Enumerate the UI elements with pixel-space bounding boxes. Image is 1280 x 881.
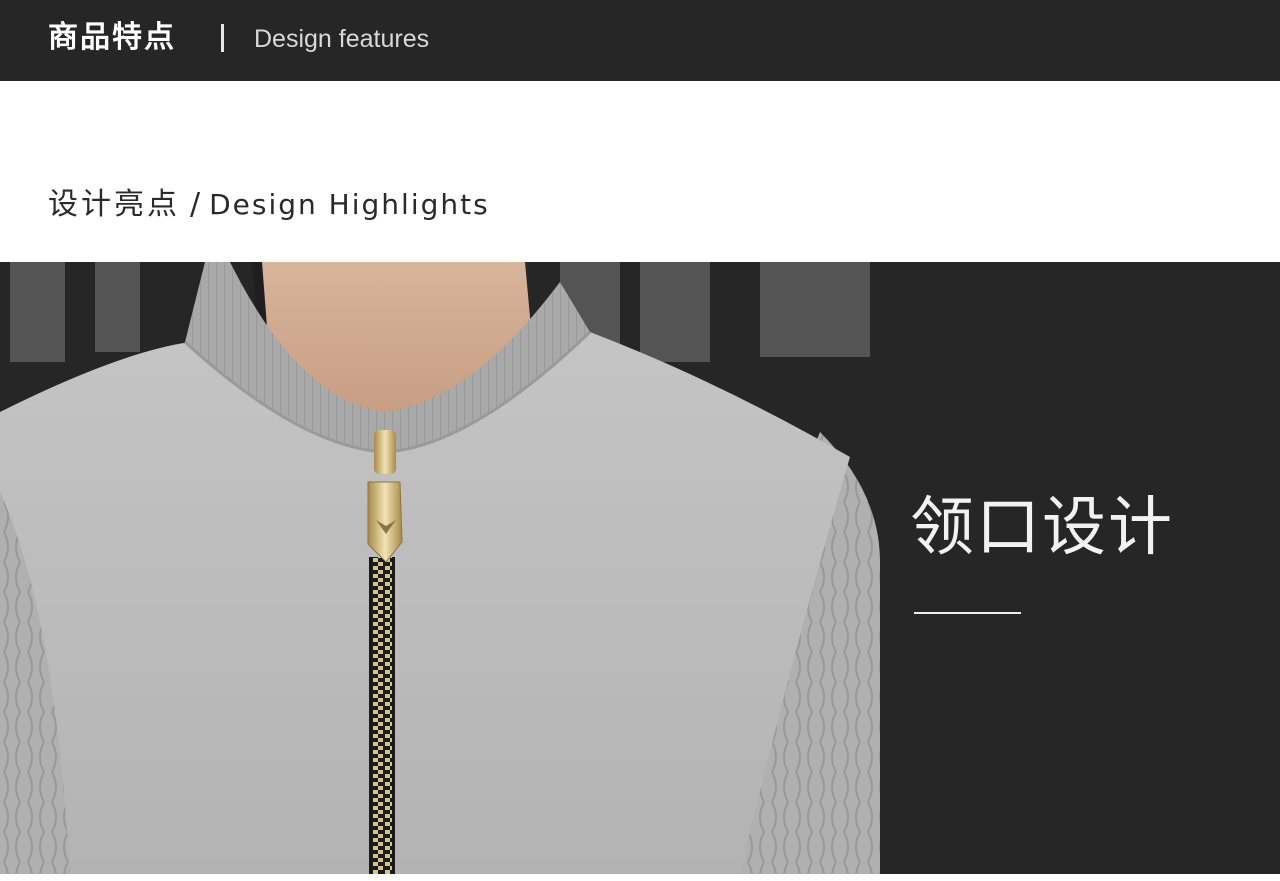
header-title-en: Design features <box>254 25 430 53</box>
section-title-separator: / <box>190 187 204 222</box>
header-title-cn: 商品特点 <box>48 20 176 55</box>
feature-title: 领口设计 <box>910 491 1174 565</box>
feature-panel: 领口设计 <box>880 262 1280 874</box>
header-bar: 商品特点 Design features <box>0 0 1280 81</box>
section-title: 设计亮点 / Design Highlights <box>48 184 490 226</box>
section-title-en: Design Highlights <box>209 188 490 221</box>
product-photo <box>0 262 880 874</box>
feature-title-underline <box>914 612 1021 614</box>
sweater-collar-image <box>0 262 880 874</box>
section-title-cn: 设计亮点 <box>48 187 180 222</box>
header-divider <box>221 24 224 52</box>
